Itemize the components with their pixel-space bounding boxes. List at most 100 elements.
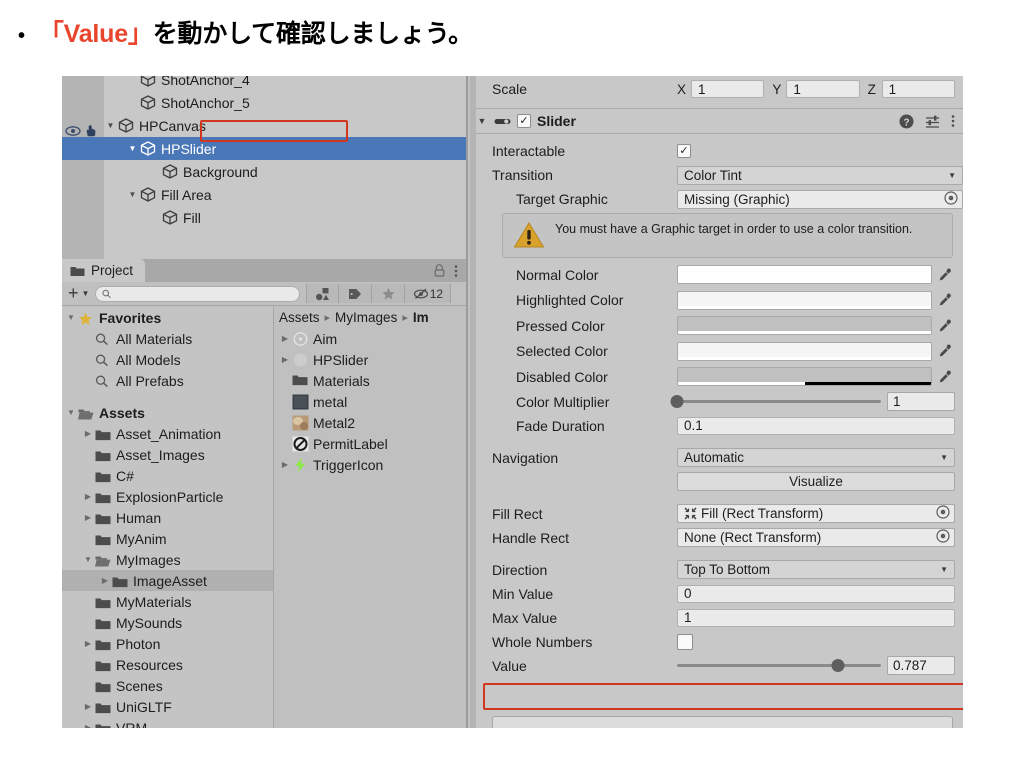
hierarchy-foldout-icon[interactable]: ▼ <box>126 144 139 153</box>
direction-dropdown[interactable]: Top To Bottom ▼ <box>677 560 955 579</box>
color-swatch[interactable] <box>677 341 932 361</box>
hidden-packages-button[interactable]: 12 <box>405 284 452 303</box>
project-file-item-permitlabel[interactable]: ▶ PermitLabel <box>274 433 466 454</box>
project-tree-item-mysounds[interactable]: ▶ MySounds <box>62 612 273 633</box>
color-swatch-wrap[interactable] <box>677 316 955 336</box>
tree-foldout-icon[interactable]: ▶ <box>81 472 95 480</box>
hierarchy-foldout-icon[interactable]: ▼ <box>104 121 117 130</box>
tree-foldout-icon[interactable]: ▶ <box>81 492 95 501</box>
tree-foldout-icon[interactable]: ▶ <box>81 335 95 343</box>
hierarchy-foldout-icon[interactable]: ▼ <box>126 99 139 107</box>
project-tree-item-myanim[interactable]: ▶ MyAnim <box>62 528 273 549</box>
file-foldout-icon[interactable]: ▶ <box>278 398 292 406</box>
file-foldout-icon[interactable]: ▶ <box>278 355 292 364</box>
kebab-menu-icon[interactable] <box>951 114 955 128</box>
project-tree-item-c-[interactable]: ▶ C# <box>62 465 273 486</box>
project-folder-tree[interactable]: ▼ Favorites ▶ All Materials ▶ All Models ▶ All … <box>62 307 274 728</box>
hierarchy-item-hpcanvas[interactable]: ▼ HPCanvas <box>62 114 466 137</box>
handle-rect-objectfield[interactable]: None (Rect Transform) <box>677 528 955 547</box>
hierarchy-item-shotanchor-5[interactable]: ▼ ShotAnchor_5 <box>62 91 466 114</box>
project-tab-actions[interactable] <box>434 264 466 278</box>
navigation-dropdown[interactable]: Automatic ▼ <box>677 448 955 467</box>
scale-z[interactable]: Z 1 <box>868 80 963 98</box>
hierarchy-foldout-icon[interactable]: ▼ <box>148 168 161 176</box>
project-tree-item-human[interactable]: ▶ Human <box>62 507 273 528</box>
transition-dropdown[interactable]: Color Tint ▼ <box>677 165 963 185</box>
tree-foldout-icon[interactable]: ▶ <box>81 429 95 438</box>
scale-x[interactable]: X 1 <box>677 80 772 98</box>
color-swatch-wrap[interactable] <box>677 367 955 387</box>
hierarchy-foldout-icon[interactable]: ▼ <box>126 190 139 199</box>
project-file-item-hpslider[interactable]: ▶ HPSlider <box>274 349 466 370</box>
eyedropper-icon[interactable] <box>935 319 955 333</box>
eyedropper-icon[interactable] <box>935 370 955 384</box>
project-file-item-materials[interactable]: ▶ Materials <box>274 370 466 391</box>
project-tree-item-asset-animation[interactable]: ▶ Asset_Animation <box>62 423 273 444</box>
slider-component-header[interactable]: ▼ ✓ Slider ? <box>470 108 963 134</box>
max-value-input[interactable]: 1 <box>677 608 955 627</box>
hierarchy-item-fill-area[interactable]: ▼ Fill Area <box>62 183 466 206</box>
tree-foldout-icon[interactable]: ▶ <box>81 723 95 728</box>
project-tree-item-unigltf[interactable]: ▶ UniGLTF <box>62 696 273 717</box>
breadcrumb[interactable]: Assets ▸ MyImages ▸ Im <box>274 307 466 328</box>
project-tree-item-imageasset[interactable]: ▶ ImageAsset <box>62 570 273 591</box>
project-tree-item-photon[interactable]: ▶ Photon <box>62 633 273 654</box>
preset-icon[interactable] <box>925 114 940 129</box>
color-swatch-wrap[interactable] <box>677 265 955 285</box>
min-value-input[interactable]: 0 <box>677 584 955 603</box>
breadcrumb-item-2[interactable]: Im <box>413 310 429 325</box>
kebab-menu-icon[interactable] <box>454 264 458 278</box>
project-search-box[interactable] <box>95 285 301 302</box>
fade-duration-input[interactable]: 0.1 <box>677 416 955 435</box>
tree-foldout-icon[interactable]: ▶ <box>98 576 112 585</box>
project-tree-item-mymaterials[interactable]: ▶ MyMaterials <box>62 591 273 612</box>
hierarchy-foldout-icon[interactable]: ▼ <box>148 214 161 222</box>
component-header-actions[interactable]: ? <box>899 114 955 129</box>
project-filter-buttons[interactable]: 12 <box>306 284 452 303</box>
tree-foldout-icon[interactable]: ▼ <box>81 555 95 564</box>
tree-foldout-icon[interactable]: ▶ <box>81 639 95 648</box>
hierarchy-item-hpslider[interactable]: ▼ HPSlider <box>62 137 466 160</box>
file-foldout-icon[interactable]: ▶ <box>278 440 292 448</box>
tree-foldout-icon[interactable]: ▶ <box>81 619 95 627</box>
scale-y-input[interactable]: 1 <box>786 80 860 98</box>
component-foldout-icon[interactable]: ▼ <box>476 116 488 126</box>
color-swatch[interactable] <box>677 316 932 336</box>
scale-x-input[interactable]: 1 <box>691 80 765 98</box>
hierarchy-tree[interactable]: ▼ ShotAnchor_4 ▼ ShotAnchor_5 ▼ HPCanvas ▼ HPSl… <box>62 76 466 229</box>
scale-z-input[interactable]: 1 <box>881 80 955 98</box>
object-picker-icon[interactable] <box>936 529 950 546</box>
interactable-checkbox[interactable]: ✓ <box>677 144 691 158</box>
target-graphic-objectfield[interactable]: Missing (Graphic) <box>677 189 963 209</box>
project-file-list[interactable]: ▶ Aim ▶ HPSlider ▶ Materials ▶ metal ▶ Metal2 ▶ Per… <box>274 328 466 475</box>
file-foldout-icon[interactable]: ▶ <box>278 377 292 385</box>
file-foldout-icon[interactable]: ▶ <box>278 334 292 343</box>
add-asset-caret-icon[interactable]: ▼ <box>80 289 96 298</box>
project-tree-item-assets[interactable]: ▼ Assets <box>62 402 273 423</box>
color-swatch[interactable] <box>677 367 932 387</box>
object-picker-icon[interactable] <box>944 190 958 208</box>
value-input[interactable]: 0.787 <box>887 656 955 675</box>
whole-numbers-checkbox[interactable] <box>677 633 693 650</box>
tree-foldout-icon[interactable]: ▶ <box>81 682 95 690</box>
color-swatch[interactable] <box>677 290 932 310</box>
hierarchy-item-shotanchor-4[interactable]: ▼ ShotAnchor_4 <box>62 76 466 91</box>
tree-foldout-icon[interactable]: ▶ <box>81 535 95 543</box>
project-tree-item-myimages[interactable]: ▼ MyImages <box>62 549 273 570</box>
tab-project[interactable]: Project <box>62 259 146 282</box>
color-swatch[interactable] <box>677 265 932 285</box>
favorite-filter-button[interactable] <box>372 284 406 303</box>
tree-foldout-icon[interactable]: ▶ <box>81 598 95 606</box>
project-tree-item-all-models[interactable]: ▶ All Models <box>62 349 273 370</box>
value-slider[interactable] <box>677 656 881 675</box>
project-tree-item-asset-images[interactable]: ▶ Asset_Images <box>62 444 273 465</box>
project-tree-item-vrm[interactable]: ▶ VRM <box>62 717 273 728</box>
eyedropper-icon[interactable] <box>935 344 955 358</box>
file-foldout-icon[interactable]: ▶ <box>278 419 292 427</box>
fill-rect-objectfield[interactable]: Fill (Rect Transform) <box>677 504 955 523</box>
hierarchy-foldout-icon[interactable]: ▼ <box>126 76 139 84</box>
project-file-item-metal[interactable]: ▶ metal <box>274 391 466 412</box>
color-multiplier-handle[interactable] <box>670 395 684 408</box>
tree-foldout-icon[interactable]: ▶ <box>81 702 95 711</box>
eyedropper-icon[interactable] <box>935 293 955 307</box>
